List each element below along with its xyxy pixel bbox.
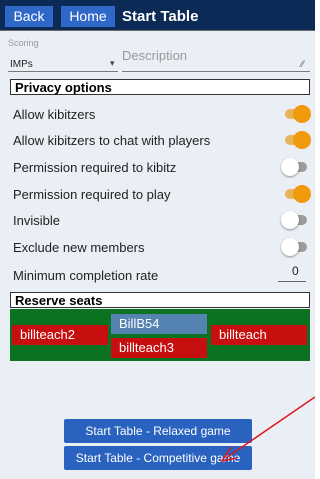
annotation-arrow-icon <box>220 396 315 463</box>
